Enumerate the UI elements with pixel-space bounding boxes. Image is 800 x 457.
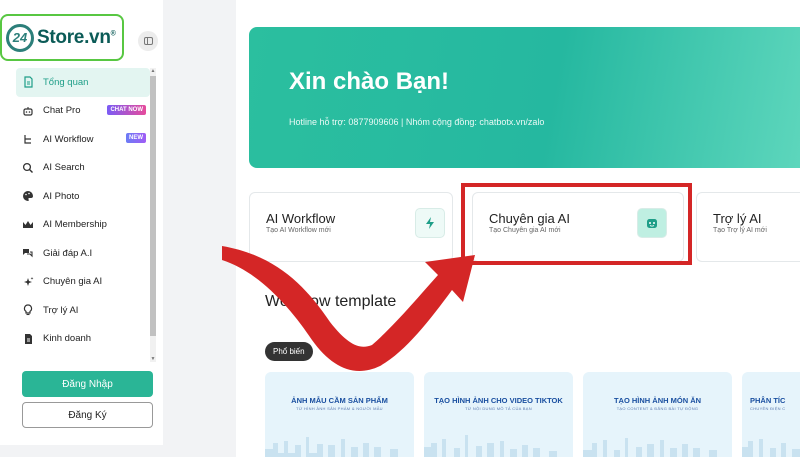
- search-icon: [22, 162, 34, 174]
- sidebar-item-label: AI Membership: [43, 219, 107, 231]
- template-card[interactable]: TẠO HÌNH ẢNH MÓN ĂN TẠO CONTENT & ĐĂNG B…: [583, 372, 732, 457]
- sidebar-item-label: AI Photo: [43, 190, 80, 202]
- sidebar-item-ai-search[interactable]: AI Search: [16, 154, 150, 183]
- card-tro-ly-ai[interactable]: Trợ lý AI Tạo Trợ lý AI mới: [696, 192, 800, 262]
- template-subtitle: TỪ NỘI DUNG MÔ TẢ CỦA BẠN: [465, 406, 532, 411]
- sidebar: 24 Store.vn® Tổng quan Chat Pro CHAT NOW…: [0, 0, 163, 445]
- palette-icon: [22, 190, 34, 202]
- login-button[interactable]: Đăng Nhập: [22, 371, 153, 397]
- workflow-icon: [22, 133, 34, 145]
- welcome-title: Xin chào Bạn!: [289, 68, 450, 95]
- sidebar-item-label: AI Workflow: [43, 133, 94, 145]
- logo-name: Store.vn: [37, 26, 111, 48]
- city-skyline-icon: [583, 438, 717, 457]
- city-skyline-icon: [742, 439, 800, 457]
- collapse-sidebar-button[interactable]: [138, 31, 158, 51]
- template-card[interactable]: TẠO HÌNH ẢNH CHO VIDEO TIKTOK TỪ NỘI DUN…: [424, 372, 573, 457]
- logo-text: Store.vn®: [37, 26, 116, 49]
- template-title: TẠO HÌNH ẢNH MÓN ĂN: [613, 396, 702, 405]
- lightning-icon: [415, 208, 445, 238]
- crown-icon: [22, 219, 34, 231]
- template-title: TẠO HÌNH ẢNH CHO VIDEO TIKTOK: [434, 396, 563, 405]
- sidebar-item-label: Tổng quan: [43, 76, 89, 88]
- logo-mark: 24: [6, 23, 34, 52]
- scroll-down-icon[interactable]: ▼: [150, 356, 156, 362]
- sidebar-item-chuyen-gia[interactable]: Chuyên gia AI: [16, 268, 150, 297]
- workflow-template-heading: Workflow template: [265, 293, 397, 310]
- template-title: PHÂN TÍC: [750, 396, 786, 405]
- scroll-up-icon[interactable]: ▲: [150, 68, 156, 74]
- template-subtitle: CHUYÊN ĐIỆN C: [750, 406, 786, 411]
- scroll-thumb[interactable]: [150, 76, 156, 336]
- card-subtitle: Tạo Trợ lý AI mới: [713, 227, 767, 234]
- sidebar-item-giai-dap[interactable]: Giải đáp A.I: [16, 239, 150, 268]
- sidebar-item-label: AI Search: [43, 162, 85, 174]
- document-icon: [22, 76, 34, 88]
- sidebar-item-label: Chat Pro: [43, 105, 81, 117]
- logo-reg: ®: [110, 30, 116, 38]
- new-badge: NEW: [126, 133, 146, 143]
- city-skyline-icon: [424, 435, 557, 457]
- sidebar-item-ai-photo[interactable]: AI Photo: [16, 182, 150, 211]
- card-subtitle: Tạo AI Workflow mới: [266, 227, 331, 234]
- sidebar-item-label: Trợ lý AI: [43, 304, 79, 316]
- sidebar-toggle-icon: [143, 37, 153, 45]
- card-title: Trợ lý AI: [713, 211, 762, 226]
- sidebar-item-label: Kinh doanh: [43, 333, 92, 345]
- welcome-banner: Xin chào Bạn! Hotline hỗ trợ: 0877909606…: [249, 27, 800, 168]
- template-subtitle: TỪ HÌNH ẢNH SẢN PHẨM & NGƯỜI MẪU: [296, 406, 383, 411]
- sidebar-item-ai-membership[interactable]: AI Membership: [16, 211, 150, 240]
- city-skyline-icon: [265, 437, 398, 457]
- sidebar-item-label: Giải đáp A.I: [43, 247, 93, 259]
- sidebar-item-tong-quan[interactable]: Tổng quan: [16, 68, 150, 97]
- template-card[interactable]: PHÂN TÍC CHUYÊN ĐIỆN C: [742, 372, 800, 457]
- logo[interactable]: 24 Store.vn®: [0, 14, 124, 61]
- sidebar-scrollbar[interactable]: ▲ ▼: [150, 68, 156, 362]
- card-ai-workflow[interactable]: AI Workflow Tạo AI Workflow mới: [249, 192, 453, 262]
- card-title: AI Workflow: [266, 211, 336, 226]
- hotline-text: Hotline hỗ trợ: 0877909606 | Nhóm cộng đ…: [289, 117, 545, 127]
- sidebar-item-label: Chuyên gia AI: [43, 276, 103, 288]
- robot-icon: [22, 105, 34, 117]
- template-title: ẢNH MẪU CẦM SẢN PHẨM: [291, 396, 388, 405]
- filter-chip-pho-bien[interactable]: Phổ biến: [265, 342, 313, 361]
- document-icon: [22, 333, 34, 345]
- sidebar-item-tro-ly[interactable]: Trợ lý AI: [16, 296, 150, 325]
- chat-bubbles-icon: [22, 247, 34, 259]
- sidebar-item-chat-pro[interactable]: Chat Pro CHAT NOW: [16, 97, 150, 126]
- highlight-box: [461, 183, 692, 265]
- chat-now-badge: CHAT NOW: [107, 104, 146, 115]
- template-subtitle: TẠO CONTENT & ĐĂNG BÀI TỰ ĐỘNG: [616, 406, 699, 411]
- register-button[interactable]: Đăng Ký: [22, 402, 153, 428]
- sidebar-item-ai-workflow[interactable]: AI Workflow NEW: [16, 125, 150, 154]
- lightbulb-icon: [22, 304, 34, 316]
- template-card[interactable]: ẢNH MẪU CẦM SẢN PHẨM TỪ HÌNH ẢNH SẢN PHẨ…: [265, 372, 414, 457]
- sidebar-item-kinh-doanh[interactable]: Kinh doanh: [16, 325, 150, 354]
- sidebar-nav: Tổng quan Chat Pro CHAT NOW AI Workflow …: [16, 68, 150, 353]
- sparkle-icon: [22, 276, 34, 288]
